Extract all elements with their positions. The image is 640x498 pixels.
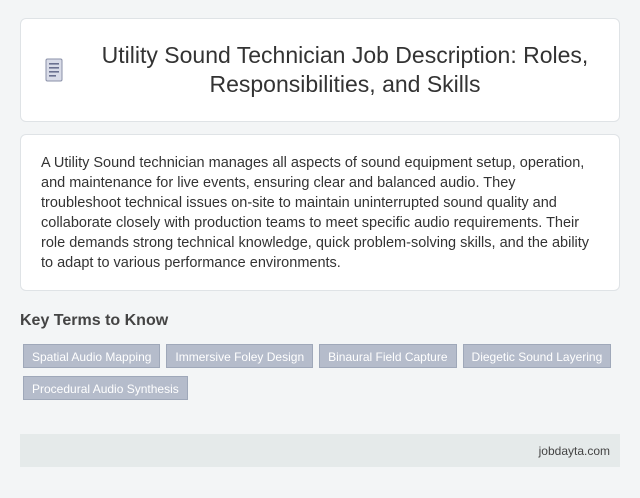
job-description: A Utility Sound technician manages all a… — [41, 155, 590, 271]
key-terms-list: Spatial Audio Mapping Immersive Foley De… — [23, 344, 613, 400]
key-terms-heading: Key Terms to Know — [20, 312, 169, 329]
title-card: Utility Sound Technician Job Description… — [20, 18, 620, 122]
key-term-tag[interactable]: Spatial Audio Mapping — [23, 344, 161, 368]
key-term-tag[interactable]: Binaural Field Capture — [319, 344, 457, 368]
document-icon — [43, 57, 65, 83]
page-title: Utility Sound Technician Job Description… — [101, 42, 589, 97]
description-card: A Utility Sound technician manages all a… — [20, 134, 620, 291]
key-term-tag[interactable]: Diegetic Sound Layering — [462, 344, 612, 368]
site-link[interactable]: jobdayta.com — [539, 444, 610, 458]
key-term-tag[interactable]: Immersive Foley Design — [166, 344, 314, 368]
footer: jobdayta.com — [20, 434, 620, 467]
key-term-tag[interactable]: Procedural Audio Synthesis — [23, 376, 188, 400]
